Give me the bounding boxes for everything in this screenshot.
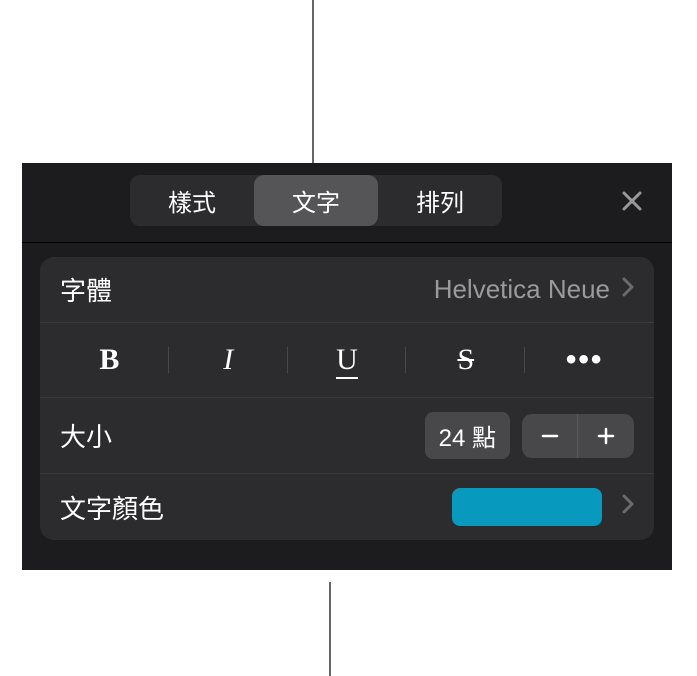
- tab-arrange[interactable]: 排列: [378, 175, 502, 226]
- tab-group: 樣式 文字 排列: [130, 175, 502, 226]
- tab-bar: 樣式 文字 排列: [22, 163, 672, 238]
- text-controls-card: 字體 Helvetica Neue B I U S ••• 大小 24 點: [40, 257, 654, 540]
- size-row: 大小 24 點: [40, 398, 654, 474]
- minus-icon: [540, 426, 560, 446]
- plus-icon: [596, 426, 616, 446]
- font-row[interactable]: 字體 Helvetica Neue: [40, 257, 654, 323]
- chevron-right-icon: [622, 276, 634, 304]
- format-panel: 樣式 文字 排列 字體 Helvetica Neue B I U S •••: [22, 163, 672, 570]
- strikethrough-button[interactable]: S: [406, 339, 525, 381]
- text-color-swatch[interactable]: [452, 488, 602, 526]
- size-value[interactable]: 24 點: [425, 412, 510, 459]
- underline-button[interactable]: U: [288, 339, 407, 381]
- italic-button[interactable]: I: [169, 339, 288, 381]
- size-label: 大小: [60, 417, 425, 454]
- font-label: 字體: [60, 271, 434, 308]
- bold-button[interactable]: B: [50, 339, 169, 381]
- size-stepper: [522, 414, 634, 458]
- text-color-row[interactable]: 文字顏色: [40, 474, 654, 540]
- divider: [22, 242, 672, 243]
- close-button[interactable]: [612, 181, 652, 221]
- font-value: Helvetica Neue: [434, 274, 610, 305]
- tab-text[interactable]: 文字: [254, 175, 378, 226]
- chevron-right-icon: [622, 493, 634, 521]
- tab-style[interactable]: 樣式: [130, 175, 254, 226]
- text-style-row: B I U S •••: [40, 323, 654, 398]
- callout-line-top: [312, 0, 314, 163]
- size-decrease-button[interactable]: [522, 414, 578, 458]
- close-icon: [621, 190, 643, 212]
- more-options-button[interactable]: •••: [525, 339, 644, 381]
- size-increase-button[interactable]: [578, 414, 634, 458]
- underline-icon: U: [336, 343, 358, 377]
- text-color-label: 文字顏色: [60, 489, 452, 526]
- callout-line-bottom: [329, 582, 331, 676]
